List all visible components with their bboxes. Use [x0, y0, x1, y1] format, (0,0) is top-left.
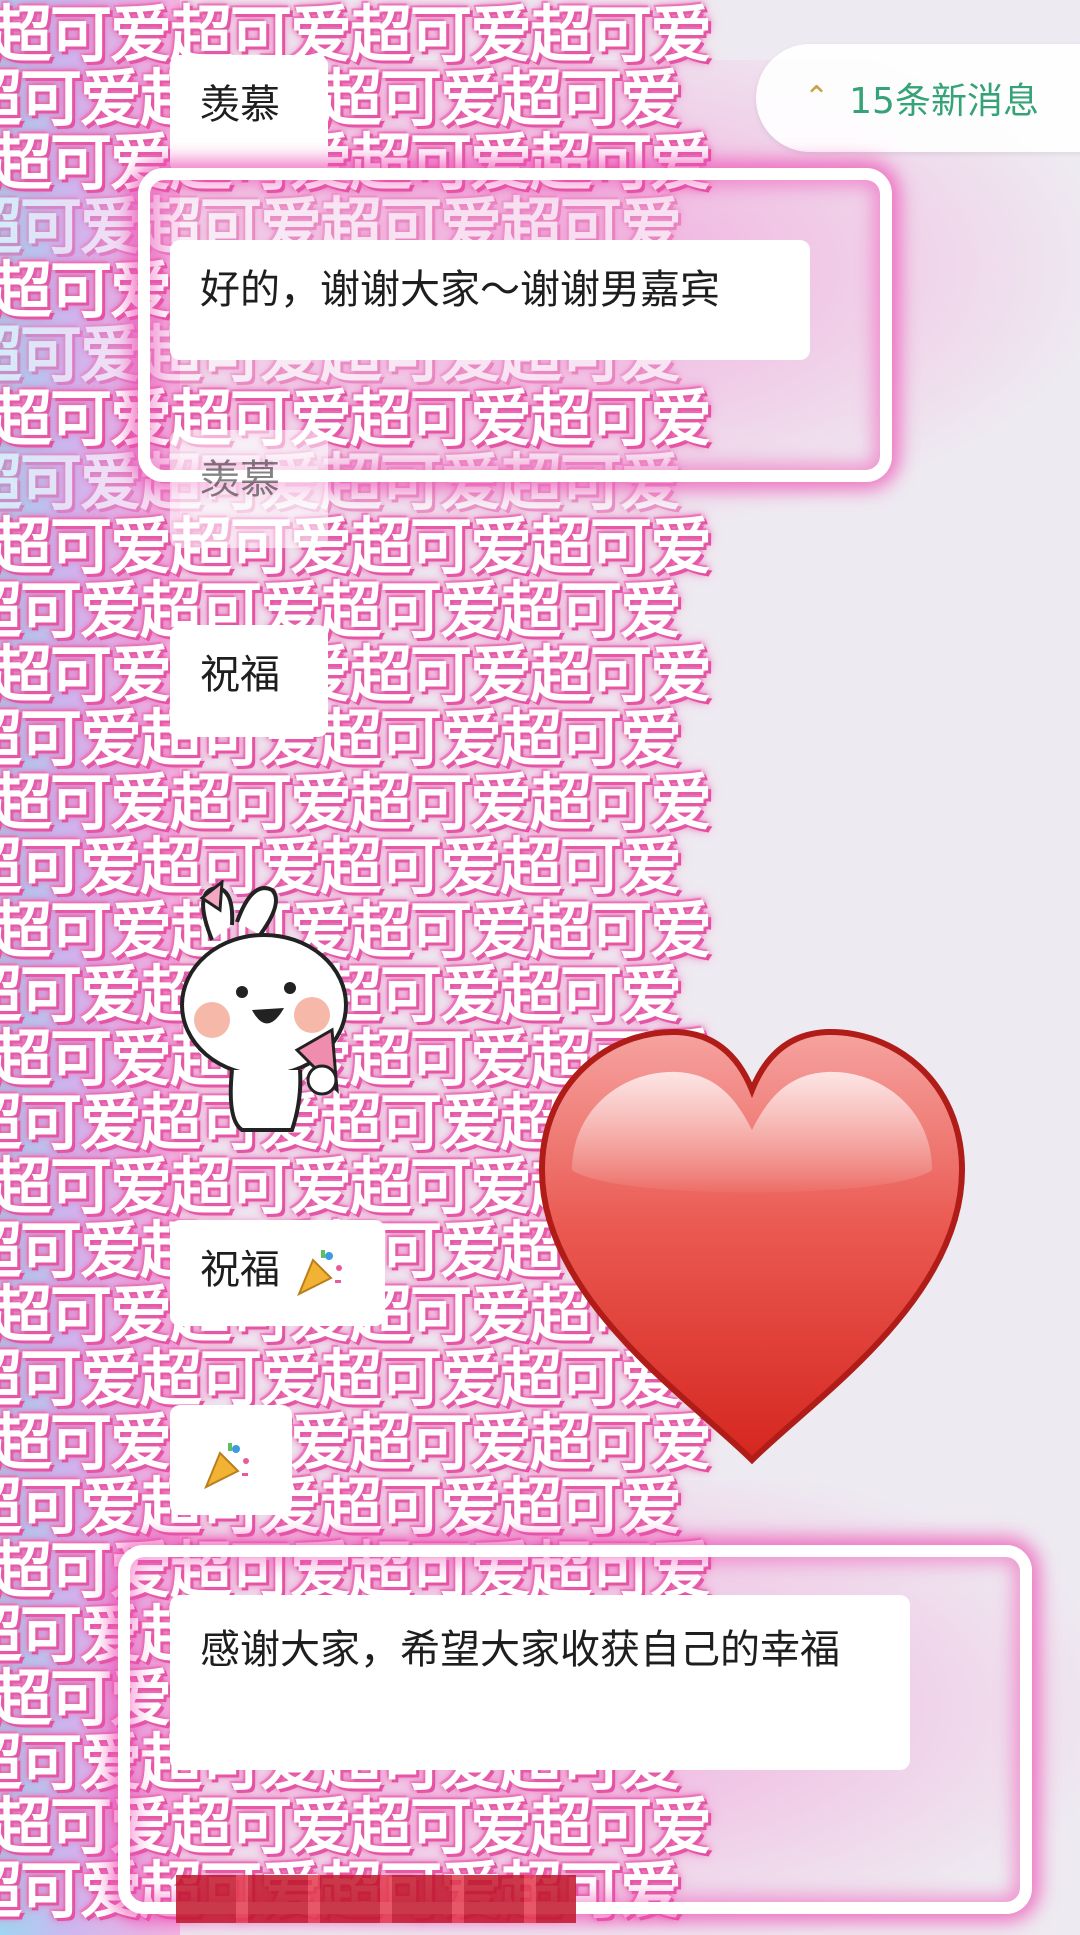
new-messages-label: 15条新消息: [849, 81, 1039, 122]
message-text: 感谢大家，希望大家收获自己的幸福: [200, 1627, 840, 1673]
message-text: 羡慕: [200, 457, 280, 503]
message-text: 祝福: [200, 1247, 280, 1293]
new-messages-pill[interactable]: ⌃ 15条新消息: [756, 44, 1080, 152]
party-popper-icon: [296, 1250, 342, 1297]
bunny-party-sticker[interactable]: [172, 880, 367, 1140]
message-bubble[interactable]: 感谢大家，希望大家收获自己的幸福: [170, 1595, 910, 1770]
partial-sticker[interactable]: [176, 1875, 576, 1923]
message-bubble[interactable]: 羡慕: [170, 55, 328, 173]
message-bubble[interactable]: 羡慕: [170, 430, 328, 548]
party-popper-icon: [204, 1443, 249, 1490]
message-bubble[interactable]: [170, 1405, 292, 1515]
message-text: 羡慕: [200, 82, 280, 128]
chat-screen: 超可爱超可爱超可爱超可爱 超可爱超可爱超可爱超可爱 超可爱超可爱超可爱超可爱 超…: [0, 0, 1080, 1935]
heart-sticker[interactable]: [532, 1020, 972, 1465]
message-bubble[interactable]: 祝福: [170, 1220, 385, 1326]
message-text: 祝福: [200, 652, 280, 698]
message-text: 好的，谢谢大家～谢谢男嘉宾: [200, 267, 720, 313]
message-bubble[interactable]: 好的，谢谢大家～谢谢男嘉宾: [170, 240, 810, 360]
double-chevron-up-icon: ⌃: [804, 80, 830, 115]
message-bubble[interactable]: 祝福: [170, 625, 328, 737]
